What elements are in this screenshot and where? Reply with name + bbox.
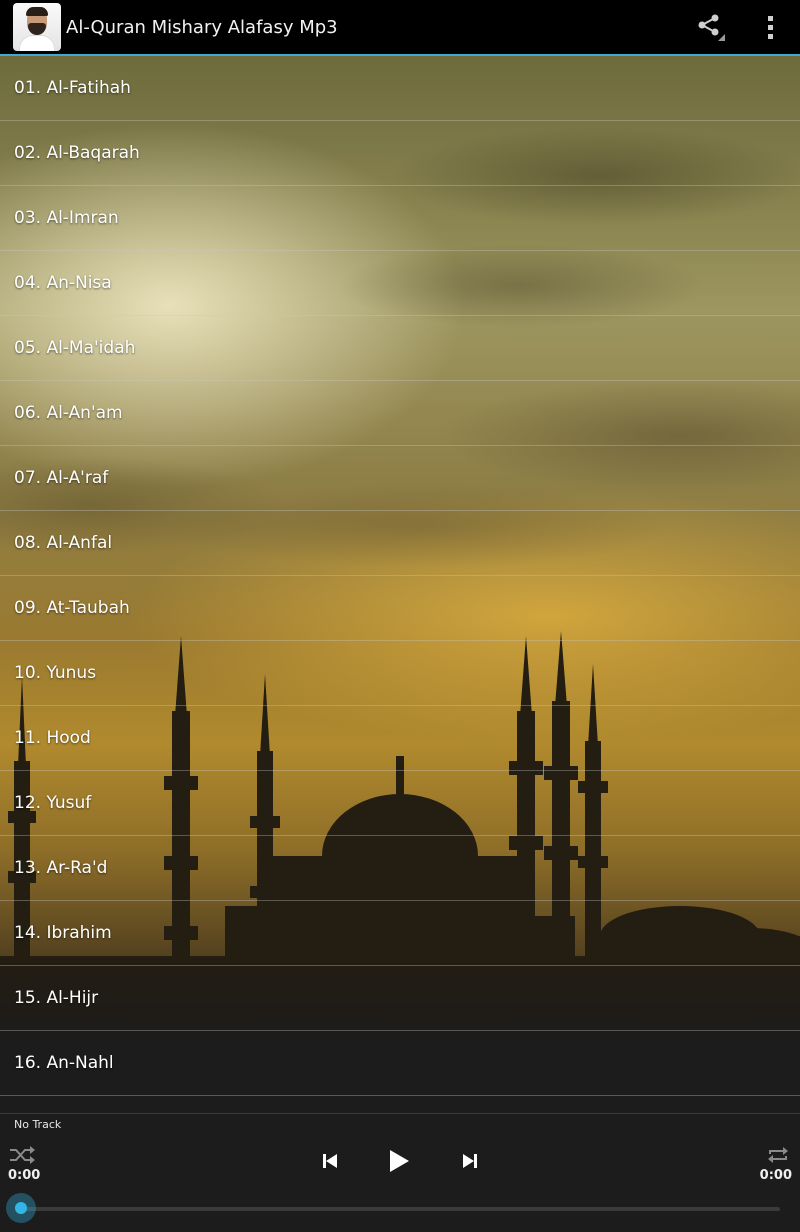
play-button[interactable] <box>380 1144 418 1178</box>
surah-list-item[interactable]: 04. An-Nisa <box>0 251 800 316</box>
total-duration: 0:00 <box>759 1168 792 1183</box>
surah-list-item[interactable]: 07. Al-A'raf <box>0 446 800 511</box>
share-icon <box>695 12 725 42</box>
surah-list-item[interactable]: 09. At-Taubah <box>0 576 800 641</box>
audio-player: No Track 0:00 0:00 <box>0 1113 800 1232</box>
seek-bar[interactable] <box>20 1207 780 1211</box>
repeat-button[interactable] <box>764 1144 792 1166</box>
reciter-avatar-icon[interactable] <box>13 3 61 51</box>
skip-previous-icon <box>323 1154 337 1168</box>
surah-list-item[interactable]: 08. Al-Anfal <box>0 511 800 576</box>
repeat-icon <box>768 1147 788 1163</box>
share-button[interactable] <box>680 0 740 55</box>
surah-list-item[interactable]: 01. Al-Fatihah <box>0 56 800 121</box>
surah-list-item[interactable]: 16. An-Nahl <box>0 1031 800 1096</box>
play-icon <box>390 1150 409 1172</box>
overflow-menu-icon <box>767 15 773 39</box>
now-playing-label: No Track <box>14 1118 62 1131</box>
seek-thumb[interactable] <box>6 1193 36 1223</box>
surah-list-item[interactable]: 05. Al-Ma'idah <box>0 316 800 381</box>
surah-list-item[interactable]: 11. Hood <box>0 706 800 771</box>
shuffle-button[interactable] <box>8 1144 36 1166</box>
overflow-menu-button[interactable] <box>740 0 800 55</box>
surah-list-item[interactable]: 13. Ar-Ra'd <box>0 836 800 901</box>
skip-next-icon <box>463 1154 477 1168</box>
surah-list-item[interactable]: 10. Yunus <box>0 641 800 706</box>
action-bar: Al-Quran Mishary Alafasy Mp3 <box>0 0 800 56</box>
surah-list-item[interactable]: 03. Al-Imran <box>0 186 800 251</box>
app-title: Al-Quran Mishary Alafasy Mp3 <box>66 16 338 38</box>
elapsed-time: 0:00 <box>8 1168 41 1183</box>
surah-list-item[interactable]: 06. Al-An'am <box>0 381 800 446</box>
surah-list: 01. Al-Fatihah 02. Al-Baqarah 03. Al-Imran… <box>0 56 800 1096</box>
surah-list-item[interactable]: 12. Yusuf <box>0 771 800 836</box>
next-button[interactable] <box>454 1146 486 1176</box>
surah-list-item[interactable]: 15. Al-Hijr <box>0 966 800 1031</box>
shuffle-icon <box>10 1146 35 1164</box>
previous-button[interactable] <box>314 1146 346 1176</box>
surah-list-item[interactable]: 02. Al-Baqarah <box>0 121 800 186</box>
surah-list-item[interactable]: 14. Ibrahim <box>0 901 800 966</box>
